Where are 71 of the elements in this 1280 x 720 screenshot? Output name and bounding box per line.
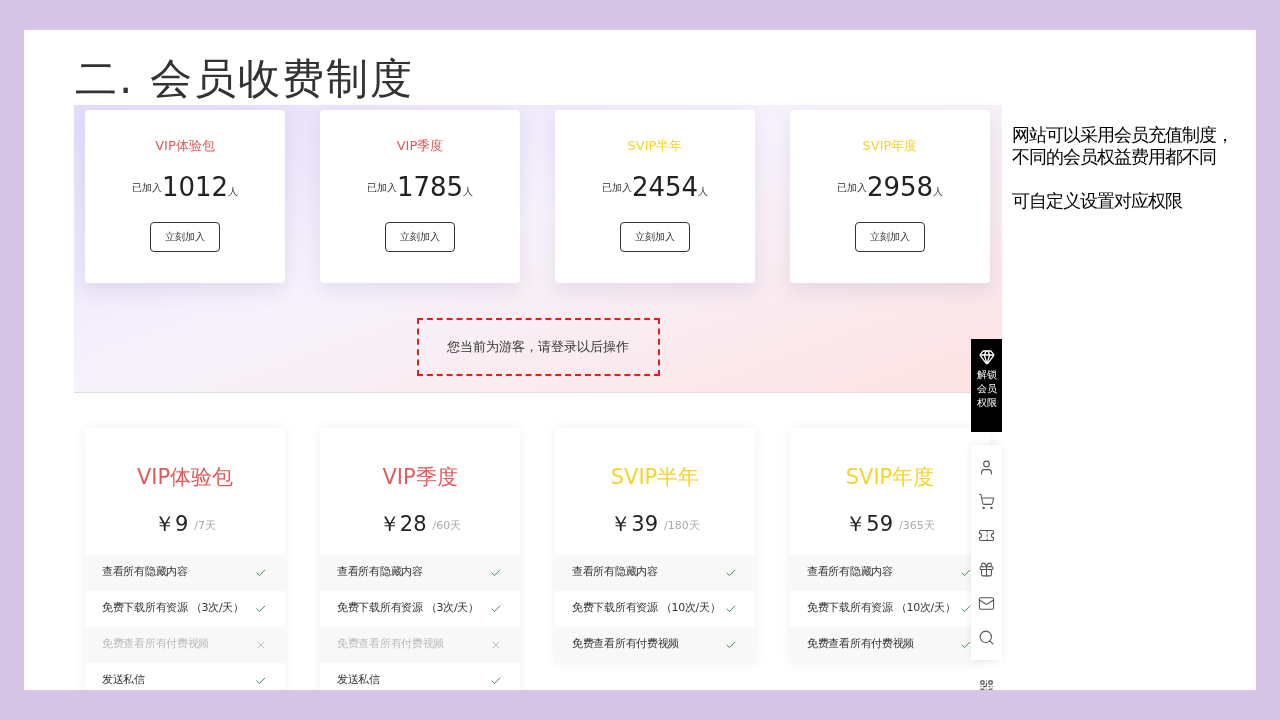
price-period: /7天 bbox=[194, 518, 217, 534]
join-button[interactable]: 立刻加入 bbox=[855, 221, 925, 252]
check-icon bbox=[490, 566, 502, 579]
feature-text: 免费下载所有资源 （10次/天） bbox=[572, 600, 722, 617]
diamond-icon bbox=[978, 349, 995, 365]
feature-text: 发送私信 bbox=[337, 672, 381, 689]
feature-text: 查看所有隐藏内容 bbox=[102, 564, 189, 581]
feature-text: 免费下载所有资源 （10次/天） bbox=[807, 600, 957, 617]
note-text: 网站可以采用会员充值制度， bbox=[1012, 124, 1233, 146]
price: ￥9 bbox=[153, 513, 189, 535]
people-unit: 人 bbox=[933, 185, 944, 199]
join-button[interactable]: 立刻加入 bbox=[620, 221, 690, 252]
feature-text: 免费下载所有资源 （3次/天） bbox=[102, 600, 245, 617]
price-period: /365天 bbox=[899, 518, 935, 534]
member-count: 2958 bbox=[866, 173, 934, 200]
price-period: /180天 bbox=[664, 518, 700, 534]
check-icon bbox=[960, 638, 972, 651]
plan-name: SVIP年度 bbox=[862, 137, 918, 155]
search-icon[interactable] bbox=[978, 628, 995, 646]
unlock-membership-button[interactable]: 解锁会员权限 bbox=[971, 339, 1002, 432]
joined-label: 已加入 bbox=[601, 181, 632, 193]
check-icon bbox=[490, 602, 502, 615]
check-icon bbox=[725, 566, 737, 579]
check-icon bbox=[255, 602, 267, 615]
qr-code-icon[interactable] bbox=[979, 679, 994, 690]
check-icon bbox=[255, 566, 267, 579]
cross-icon bbox=[255, 638, 267, 651]
people-unit: 人 bbox=[698, 185, 709, 199]
cross-icon bbox=[490, 638, 502, 651]
check-icon bbox=[490, 674, 502, 687]
note-text: 可自定义设置对应权限 bbox=[1012, 190, 1183, 212]
member-count: 2454 bbox=[631, 173, 699, 200]
check-icon bbox=[725, 602, 737, 615]
plan-name: VIP体验包 bbox=[136, 464, 234, 491]
joined-label: 已加入 bbox=[836, 181, 867, 193]
plan-name: VIP季度 bbox=[382, 464, 458, 491]
people-unit: 人 bbox=[228, 185, 239, 199]
price-period: /60天 bbox=[432, 518, 462, 534]
price: ￥59 bbox=[845, 513, 893, 535]
join-button[interactable]: 立刻加入 bbox=[150, 221, 220, 252]
user-icon[interactable] bbox=[978, 459, 995, 477]
feature-text: 发送私信 bbox=[102, 672, 146, 689]
feature-text: 免费查看所有付费视频 bbox=[807, 636, 915, 653]
joined-label: 已加入 bbox=[366, 181, 397, 193]
member-count: 1785 bbox=[396, 173, 464, 200]
feature-text: 查看所有隐藏内容 bbox=[572, 564, 659, 581]
mail-icon[interactable] bbox=[978, 594, 995, 612]
note-text: 不同的会员权益费用都不同 bbox=[1012, 146, 1217, 168]
join-button[interactable]: 立刻加入 bbox=[385, 221, 455, 252]
plan-name: SVIP半年 bbox=[627, 137, 683, 155]
slide-title: 二. 会员收费制度 bbox=[75, 58, 414, 100]
plan-name: SVIP年度 bbox=[845, 464, 935, 491]
feature-text: 免费下载所有资源 （3次/天） bbox=[337, 600, 480, 617]
check-icon bbox=[255, 674, 267, 687]
check-icon bbox=[960, 566, 972, 579]
people-unit: 人 bbox=[463, 185, 474, 199]
plan-name: VIP体验包 bbox=[155, 137, 215, 155]
feature-text: 免费查看所有付费视频 bbox=[572, 636, 680, 653]
member-count: 1012 bbox=[161, 173, 229, 200]
gift-icon[interactable] bbox=[978, 560, 995, 578]
price: ￥39 bbox=[610, 513, 658, 535]
price: ￥28 bbox=[378, 513, 427, 535]
plan-name: VIP季度 bbox=[396, 137, 444, 155]
check-icon bbox=[725, 638, 737, 651]
joined-label: 已加入 bbox=[131, 181, 162, 193]
check-icon bbox=[960, 602, 972, 615]
cart-icon[interactable] bbox=[978, 493, 995, 511]
guest-notice: 您当前为游客，请登录以后操作 bbox=[416, 318, 660, 376]
feature-text: 查看所有隐藏内容 bbox=[807, 564, 894, 581]
plan-name: SVIP半年 bbox=[610, 464, 700, 491]
feature-text: 查看所有隐藏内容 bbox=[337, 564, 424, 581]
